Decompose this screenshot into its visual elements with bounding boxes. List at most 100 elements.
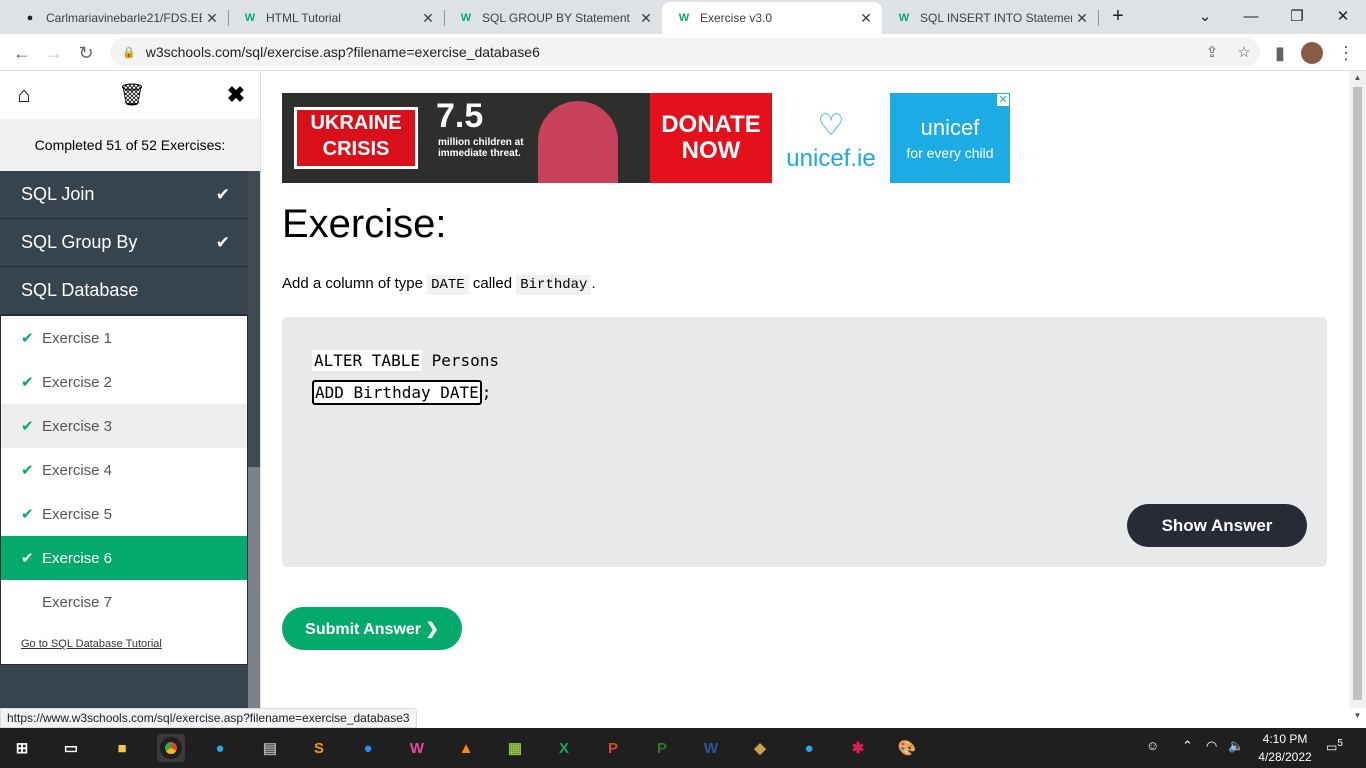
new-tab-icon[interactable]: + [1096, 0, 1140, 32]
page-scrollbar[interactable]: ▲ ▼ [1349, 71, 1366, 720]
wamp-icon[interactable]: W [403, 734, 431, 762]
checkmark-icon: ✔ [21, 462, 34, 479]
category-sql-group-by[interactable]: SQL Group By ✔ [0, 219, 248, 267]
show-answer-button[interactable]: Show Answer [1127, 504, 1307, 547]
publisher-icon[interactable]: P [648, 734, 676, 762]
ad-photo: UKRAINE CRISIS 7.5 million children at im… [282, 93, 650, 183]
side-panel-icon[interactable]: ▮ [1266, 39, 1294, 67]
address-bar[interactable]: 🔒 w3schools.com/sql/exercise.asp?filenam… [110, 38, 1260, 66]
sidebar-toolbar: ⌂ 🗑 ✖ [0, 71, 260, 119]
scroll-up-icon[interactable]: ▲ [1349, 73, 1366, 87]
exercise-item-3[interactable]: ✔ Exercise 3 [1, 404, 247, 448]
checkmark-icon: ✔ [21, 418, 34, 435]
tab-sql-group-by[interactable]: W SQL GROUP BY Statement ✕ [444, 2, 662, 34]
windows-start-icon[interactable]: ⊞ [8, 734, 36, 762]
close-tab-icon[interactable]: ✕ [1072, 10, 1092, 27]
file-explorer-icon[interactable]: ■ [108, 734, 136, 762]
w3schools-icon: W [678, 12, 690, 24]
exercise-instruction: Add a column of type DATE called Birthda… [282, 275, 596, 295]
notification-icon[interactable]: ▭5 [1326, 738, 1343, 754]
w3schools-icon: W [244, 12, 256, 24]
exercise-item-4[interactable]: ✔ Exercise 4 [1, 448, 247, 492]
app-icon-2[interactable]: ◆ [746, 734, 774, 762]
word-icon[interactable]: W [697, 734, 725, 762]
share-icon[interactable]: ⇪ [1196, 43, 1228, 61]
answer-input[interactable]: ADD Birthday DATE [312, 380, 482, 405]
tray-chevron-icon[interactable]: ⌃ [1182, 738, 1193, 754]
sublime-text-icon[interactable]: S [305, 734, 333, 762]
unicef-ad-banner[interactable]: UKRAINE CRISIS 7.5 million children at im… [282, 93, 1010, 183]
people-icon[interactable]: ☺ [1146, 738, 1159, 753]
scrollbar-thumb[interactable] [248, 467, 260, 708]
close-tab-icon[interactable]: ✕ [856, 10, 876, 27]
back-icon[interactable]: ← [8, 39, 36, 67]
checkmark-icon: ✔ [215, 232, 230, 252]
unicef-ie-logo: ♡ unicef.ie [772, 93, 890, 183]
exercise-item-6[interactable]: ✔ Exercise 6 [1, 536, 247, 580]
tab-sql-insert-into[interactable]: W SQL INSERT INTO Statement ✕ [882, 2, 1098, 34]
chrome-icon[interactable] [157, 734, 185, 762]
exercise-item-7[interactable]: Exercise 7 [1, 580, 247, 624]
checkmark-icon: ✔ [21, 550, 34, 567]
slack-icon[interactable]: ✱ [844, 734, 872, 762]
close-icon[interactable]: ✖ [224, 82, 248, 108]
minimize-icon[interactable]: — [1228, 0, 1274, 32]
edge-beta-icon[interactable]: ● [795, 734, 823, 762]
forward-icon[interactable]: → [40, 39, 68, 67]
donate-now-button[interactable]: DONATE NOW [650, 93, 772, 183]
close-tab-icon[interactable]: ✕ [202, 10, 222, 27]
code-line-1: ALTER TABLE Persons [312, 350, 500, 371]
wifi-icon[interactable]: ◠ [1206, 738, 1217, 754]
notepad-icon[interactable]: ▤ [256, 734, 284, 762]
close-tab-icon[interactable]: ✕ [418, 10, 438, 27]
app-icon[interactable]: ● [354, 734, 382, 762]
volume-icon[interactable]: 🔈 [1228, 738, 1244, 754]
task-view-icon[interactable]: ▭ [57, 734, 85, 762]
tab-exercise[interactable]: W Exercise v3.0 ✕ [662, 2, 882, 34]
tab-github[interactable]: ● Carlmariavinebarle21/FDS.EE ✕ [8, 2, 228, 34]
taskbar-clock[interactable]: 4:10 PM 4/28/2022 [1250, 730, 1320, 766]
code-column-name: Birthday [516, 275, 592, 295]
exercise-item-1[interactable]: ✔ Exercise 1 [1, 316, 247, 360]
excel-icon[interactable]: X [550, 734, 578, 762]
browser-tab-strip: ● Carlmariavinebarle21/FDS.EE ✕ W HTML T… [0, 0, 1366, 34]
sidebar-scrollbar[interactable] [248, 171, 260, 708]
scrollbar-thumb[interactable] [1353, 87, 1362, 700]
tab-html-tutorial[interactable]: W HTML Tutorial ✕ [228, 2, 444, 34]
tutorial-link[interactable]: Go to SQL Database Tutorial [1, 624, 247, 664]
paint-icon[interactable]: 🎨 [893, 734, 921, 762]
profile-avatar[interactable] [1298, 39, 1326, 67]
checkmark-icon: ✔ [215, 184, 230, 204]
tab-search-icon[interactable]: ⌄ [1182, 0, 1228, 32]
restore-icon[interactable]: ❐ [1274, 0, 1320, 32]
ad-close-icon[interactable]: ✕ [996, 93, 1010, 107]
w3schools-icon: W [460, 12, 472, 24]
tab-label: SQL GROUP BY Statement [482, 11, 630, 25]
lock-icon: 🔒 [122, 46, 136, 59]
github-icon: ● [26, 12, 34, 24]
category-label: SQL Group By [21, 232, 138, 252]
scroll-down-icon[interactable]: ▼ [1349, 711, 1366, 725]
exercise-label: Exercise 7 [42, 593, 113, 611]
powerpoint-icon[interactable]: P [599, 734, 627, 762]
exercise-item-2[interactable]: ✔ Exercise 2 [1, 360, 247, 404]
exercise-label: Exercise 3 [42, 417, 113, 435]
menu-kebab-icon[interactable]: ⋮ [1332, 39, 1360, 67]
category-sql-join[interactable]: SQL Join ✔ [0, 171, 248, 219]
ad-stat: 7.5 [436, 97, 484, 135]
tab-label: Carlmariavinebarle21/FDS.EE [46, 11, 202, 25]
home-icon[interactable]: ⌂ [12, 82, 36, 108]
ad-stat-text: million children at immediate threat. [438, 137, 524, 159]
child-photo [538, 101, 618, 183]
edge-icon[interactable]: ● [206, 734, 234, 762]
reload-icon[interactable]: ↻ [72, 39, 100, 67]
trash-icon[interactable]: 🗑 [118, 82, 146, 108]
category-sql-database[interactable]: SQL Database [0, 267, 248, 315]
close-window-icon[interactable]: ✕ [1320, 0, 1366, 32]
chart-app-icon[interactable]: ▦ [501, 734, 529, 762]
exercise-item-5[interactable]: ✔ Exercise 5 [1, 492, 247, 536]
vlc-icon[interactable]: ▲ [452, 734, 480, 762]
bookmark-star-icon[interactable]: ☆ [1228, 43, 1260, 61]
submit-answer-button[interactable]: Submit Answer ❯ [282, 607, 462, 650]
close-tab-icon[interactable]: ✕ [636, 10, 656, 27]
